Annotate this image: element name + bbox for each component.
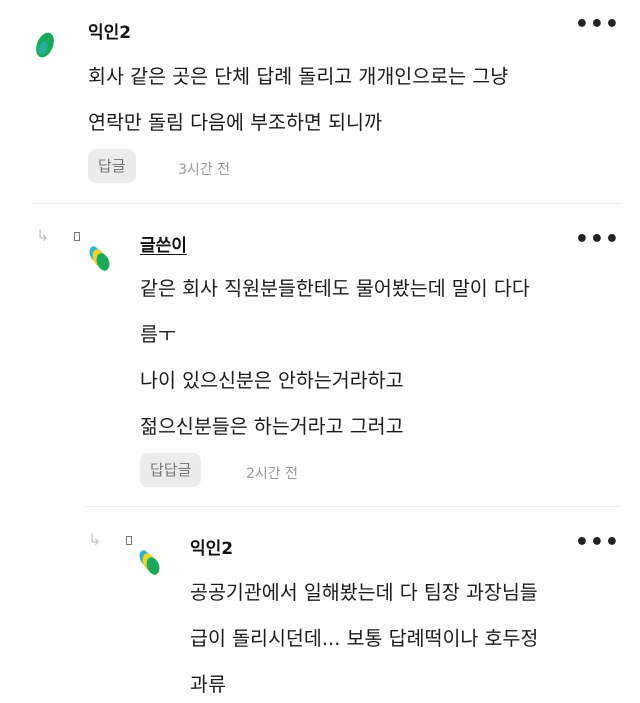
more-options-icon[interactable]: ••• xyxy=(575,532,620,554)
comment-text-line: 회사 같은 곳은 단체 답례 돌리고 개개인으로는 그냥 xyxy=(88,65,509,88)
reply-arrow-icon: ↳ xyxy=(36,226,50,245)
timestamp: 3시간 전 xyxy=(178,162,230,178)
comment-text-line: 같은 회사 직원분들한테도 물어봤는데 말이 다다 xyxy=(140,277,530,300)
comment-text-line: 젊으신분들은 하는거라고 그러고 xyxy=(140,415,404,438)
reply-button[interactable]: 답답글 xyxy=(140,453,202,487)
author-name[interactable]: 익인2 xyxy=(88,18,131,43)
timestamp: 2시간 전 xyxy=(246,466,298,482)
more-options-icon[interactable]: ••• xyxy=(575,14,620,36)
avatar[interactable] xyxy=(32,28,58,62)
divider xyxy=(86,506,620,507)
comment-text-line: 연락만 돌림 다음에 부조하면 되니까 xyxy=(88,111,382,134)
more-options-icon[interactable]: ••• xyxy=(575,229,620,251)
reply-arrow-icon: ↳ xyxy=(88,530,102,549)
comment-text-line: 과류 xyxy=(190,673,226,696)
comment-text-line: 나이 있으신분은 안하는거라하고 xyxy=(140,369,404,392)
author-name[interactable]: 익인2 xyxy=(190,534,233,559)
small-marker-icon xyxy=(74,232,80,241)
small-marker-icon xyxy=(126,536,132,545)
comment-text-line: 공공기관에서 일해봤는데 다 팀장 과장님들 xyxy=(190,581,538,604)
divider xyxy=(32,203,620,204)
avatar[interactable] xyxy=(136,544,162,578)
avatar[interactable] xyxy=(86,240,112,274)
comment-text-line: 름ㅜ xyxy=(140,323,176,346)
reply-button[interactable]: 답글 xyxy=(88,149,136,183)
comment-text-line: 급이 돌리시던데... 보통 답례떡이나 호두정 xyxy=(190,627,539,650)
author-name[interactable]: 글쓴이 xyxy=(140,231,187,256)
